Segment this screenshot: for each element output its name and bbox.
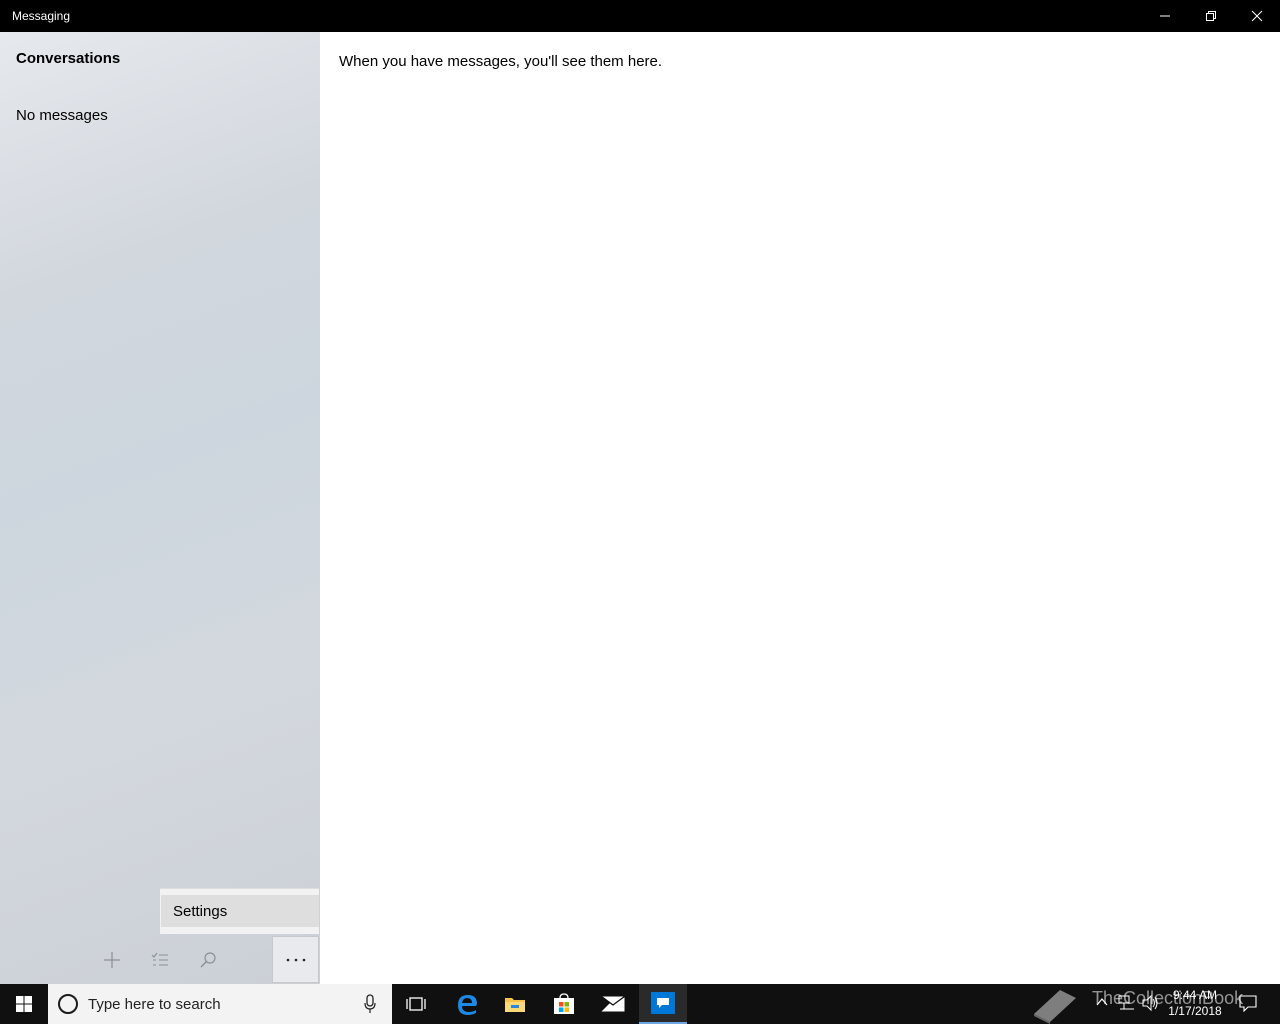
microphone-icon[interactable] [363, 994, 377, 1014]
mail-icon [601, 996, 625, 1012]
show-hidden-icons-icon[interactable] [1096, 994, 1108, 1010]
close-icon [1251, 10, 1263, 22]
more-button[interactable] [272, 936, 319, 983]
taskbar-search-box[interactable]: Type here to search [48, 984, 392, 1024]
restore-icon [1206, 11, 1216, 21]
network-icon[interactable] [1118, 994, 1136, 1012]
no-messages-text: No messages [16, 107, 108, 124]
task-view-icon [406, 997, 426, 1011]
edge-icon [458, 995, 477, 1015]
taskbar: Type here to search TheCollectionBook 9:… [0, 984, 1280, 1024]
more-icon [286, 958, 305, 961]
more-menu: Settings [160, 888, 319, 934]
start-button[interactable] [0, 984, 48, 1024]
store-button[interactable] [540, 984, 588, 1024]
messaging-button[interactable] [639, 984, 687, 1024]
empty-state-message: When you have messages, you'll see them … [339, 53, 663, 70]
window-title: Messaging [12, 9, 71, 23]
watermark-logo [1034, 990, 1076, 1024]
select-list-icon [151, 952, 168, 966]
close-button[interactable] [1234, 0, 1280, 32]
clock-date: 1/17/2018 [1168, 1004, 1222, 1018]
menu-item-settings[interactable]: Settings [161, 895, 319, 927]
conversations-heading: Conversations [16, 50, 121, 67]
task-view-button[interactable] [392, 984, 440, 1024]
title-bar: Messaging [0, 0, 1280, 32]
cortana-icon [58, 994, 78, 1014]
select-button[interactable] [136, 936, 184, 984]
new-message-button[interactable] [88, 936, 136, 984]
windows-logo-icon [16, 996, 32, 1012]
clock[interactable]: 9:44 AM 1/17/2018 [1166, 987, 1224, 1019]
minimize-button[interactable] [1142, 0, 1188, 32]
volume-icon[interactable] [1142, 994, 1160, 1012]
menu-item-label: Settings [173, 903, 228, 920]
messaging-icon [651, 992, 675, 1014]
search-placeholder: Type here to search [88, 996, 221, 1013]
minimize-icon [1160, 15, 1170, 17]
conversations-pane: Conversations No messages [0, 32, 320, 984]
action-center-icon[interactable] [1239, 994, 1257, 1012]
restore-button[interactable] [1188, 0, 1234, 32]
edge-button[interactable] [443, 984, 491, 1024]
mail-button[interactable] [589, 984, 637, 1024]
file-explorer-button[interactable] [491, 984, 539, 1024]
search-button[interactable] [184, 936, 232, 984]
clock-time: 9:44 AM [1172, 988, 1218, 1002]
add-icon [104, 952, 120, 968]
store-icon [554, 993, 574, 1014]
file-explorer-icon [505, 998, 525, 1012]
search-icon [200, 952, 216, 968]
